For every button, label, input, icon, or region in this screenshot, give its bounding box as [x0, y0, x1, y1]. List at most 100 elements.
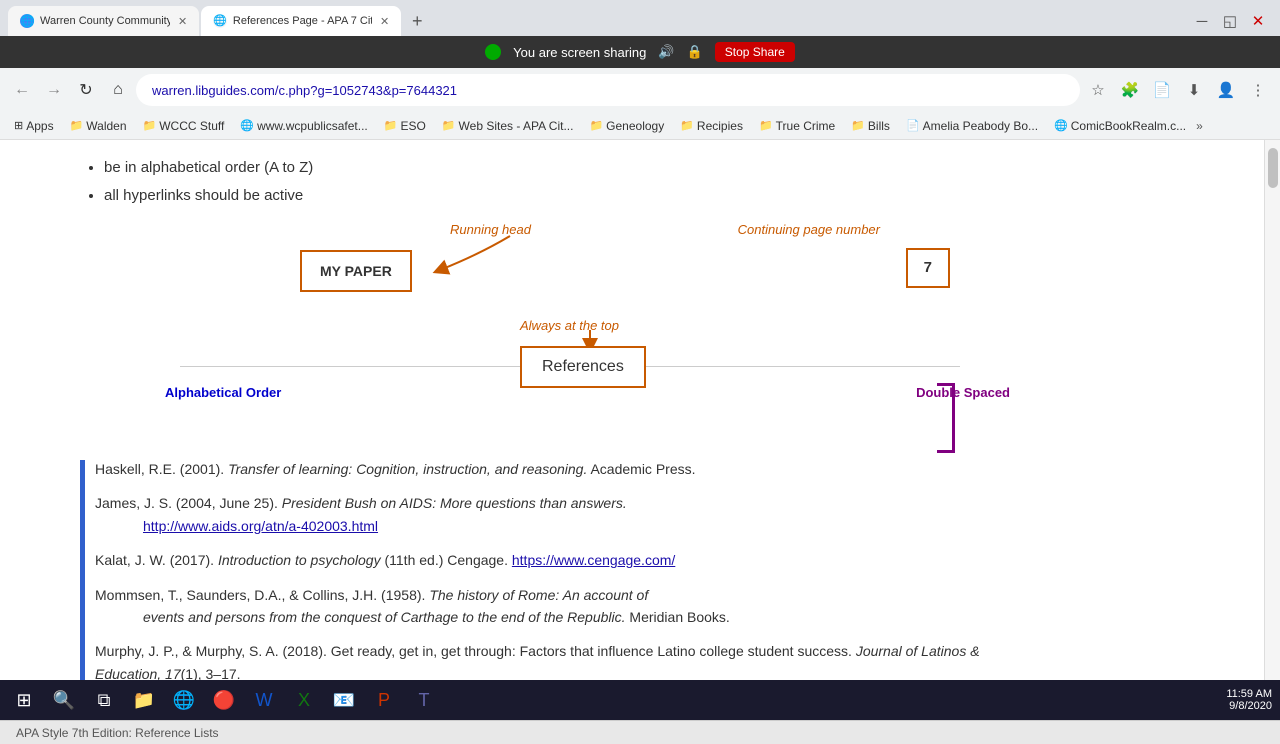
reference-kalat: Kalat, J. W. (2017). Introduction to psy… [95, 549, 1040, 571]
new-tab-button[interactable]: + [403, 7, 431, 35]
extension-icon[interactable]: 🧩 [1116, 76, 1144, 104]
green-dot-icon [485, 44, 501, 60]
restore-button[interactable]: ◱ [1216, 7, 1244, 35]
tab-label-warren: Warren County Community Colle... [40, 15, 170, 27]
bookmark-comicbook[interactable]: 🌐 ComicBookRealm.c... [1048, 117, 1192, 135]
bookmark-walden[interactable]: 📁 Walden [64, 117, 133, 135]
back-button[interactable]: ← [8, 76, 36, 104]
references-box: References [520, 346, 646, 388]
diagram-container: Running head MY PAPER [80, 218, 1040, 448]
stop-share-button[interactable]: Stop Share [715, 42, 795, 62]
alphabetical-order-label: Alphabetical Order [165, 383, 281, 404]
task-view-button[interactable]: ⧉ [88, 684, 120, 716]
folder-icon-recip: 📁 [680, 119, 694, 132]
running-head-label: Running head [450, 220, 531, 241]
download-icon[interactable]: ⬇ [1180, 76, 1208, 104]
bookmark-eso[interactable]: 📁 ESO [378, 117, 432, 135]
bullet-hyperlinks: all hyperlinks should be active [104, 184, 1040, 208]
sharing-bar: You are screen sharing 🔊 🔒 Stop Share [0, 36, 1280, 68]
folder-icon-websites: 📁 [442, 119, 456, 132]
double-spaced-bracket [937, 383, 955, 453]
folder-icon-bills: 📁 [851, 119, 865, 132]
tab-close-references[interactable]: ✕ [380, 15, 389, 28]
folder-icon-wccc: 📁 [143, 119, 157, 132]
content-area: be in alphabetical order (A to Z) all hy… [0, 140, 1264, 720]
james-link[interactable]: http://www.aids.org/atn/a-402003.html [143, 518, 378, 534]
taskbar: ⊞ 🔍 ⧉ 📁 🌐 🔴 W X 📧 P T 11:59 AM 9/8/2020 [0, 680, 1280, 720]
my-paper-box: MY PAPER [300, 250, 412, 292]
double-spaced-label: Double Spaced [916, 383, 1010, 404]
apps-icon: ⊞ [14, 119, 23, 132]
continuing-page-label: Continuing page number [738, 220, 880, 241]
web-icon-wcpublic: 🌐 [240, 119, 254, 132]
pdf-icon[interactable]: 📄 [1148, 76, 1176, 104]
powerpoint-button[interactable]: P [368, 684, 400, 716]
james-link-indent: http://www.aids.org/atn/a-402003.html [95, 515, 1040, 537]
sharing-text: You are screen sharing [513, 45, 646, 60]
page-number-box: 7 [906, 248, 950, 288]
tab-warren[interactable]: 🌐 Warren County Community Colle... ✕ [8, 6, 199, 36]
web-icon-comic: 🌐 [1054, 119, 1068, 132]
start-button[interactable]: ⊞ [8, 684, 40, 716]
address-bar[interactable] [136, 74, 1080, 106]
taskbar-clock: 11:59 AM 9/8/2020 [1226, 688, 1272, 712]
references-block: Haskell, R.E. (2001). Transfer of learni… [80, 458, 1040, 697]
references-border [80, 460, 85, 697]
bookmark-amelia[interactable]: 📄 Amelia Peabody Bo... [900, 117, 1044, 135]
scroll-thumb[interactable] [1268, 148, 1278, 188]
folder-icon-gene: 📁 [589, 119, 603, 132]
word-button[interactable]: W [248, 684, 280, 716]
file-explorer-button[interactable]: 📁 [128, 684, 160, 716]
close-window-button[interactable]: ✕ [1244, 7, 1272, 35]
bookmark-truecrime[interactable]: 📁 True Crime [753, 117, 841, 135]
cengage-link[interactable]: https://www.cengage.com/ [512, 552, 675, 568]
bookmark-bills[interactable]: 📁 Bills [845, 117, 896, 135]
home-button[interactable]: ⌂ [104, 76, 132, 104]
references-entries: Haskell, R.E. (2001). Transfer of learni… [95, 458, 1040, 697]
tab-icon-references: 🌐 [213, 14, 227, 28]
reload-button[interactable]: ↻ [72, 76, 100, 104]
search-button[interactable]: 🔍 [48, 684, 80, 716]
nav-bar: ← → ↻ ⌂ ☆ 🧩 📄 ⬇ 👤 ⋮ [0, 68, 1280, 112]
excel-button[interactable]: X [288, 684, 320, 716]
page-wrapper: be in alphabetical order (A to Z) all hy… [0, 140, 1280, 720]
bookmarks-bar: ⊞ Apps 📁 Walden 📁 WCCC Stuff 🌐 www.wcpub… [0, 112, 1280, 140]
always-at-top-label: Always at the top [520, 316, 619, 337]
chrome-button[interactable]: 🔴 [208, 684, 240, 716]
forward-button[interactable]: → [40, 76, 68, 104]
bookmark-recipies[interactable]: 📁 Recipies [674, 117, 749, 135]
menu-icon[interactable]: ⋮ [1244, 76, 1272, 104]
running-head-arrow [80, 218, 580, 378]
folder-icon-eso: 📁 [384, 119, 398, 132]
bullet-alphabetical: be in alphabetical order (A to Z) [104, 156, 1040, 180]
main-content: be in alphabetical order (A to Z) all hy… [0, 140, 1100, 713]
bookmark-star-icon[interactable]: ☆ [1084, 76, 1112, 104]
reference-mommsen: Mommsen, T., Saunders, D.A., & Collins, … [95, 584, 1040, 629]
audio-icon: 🔊 [658, 44, 674, 60]
profile-icon[interactable]: 👤 [1212, 76, 1240, 104]
tab-references[interactable]: 🌐 References Page - APA 7 Citation... ✕ [201, 6, 401, 36]
bullet-list: be in alphabetical order (A to Z) all hy… [80, 156, 1040, 208]
reference-james: James, J. S. (2004, June 25). President … [95, 492, 1040, 537]
scrollbar-right[interactable] [1264, 140, 1280, 720]
mommsen-indent: events and persons from the conquest of … [95, 606, 1040, 628]
bookmarks-overflow[interactable]: » [1196, 119, 1203, 133]
folder-icon-amelia: 📄 [906, 119, 920, 132]
bookmark-apps[interactable]: ⊞ Apps [8, 117, 60, 135]
tab-close-warren[interactable]: ✕ [178, 15, 187, 28]
content-scroll[interactable]: be in alphabetical order (A to Z) all hy… [0, 140, 1264, 720]
page-bottom: APA Style 7th Edition: Reference Lists [0, 720, 1280, 744]
outlook-button[interactable]: 📧 [328, 684, 360, 716]
teams-button[interactable]: T [408, 684, 440, 716]
tab-label-references: References Page - APA 7 Citation... [233, 15, 372, 27]
reference-murphy: Murphy, J. P., & Murphy, S. A. (2018). G… [95, 640, 1040, 685]
folder-icon-walden: 📁 [70, 119, 84, 132]
minimize-button[interactable]: ─ [1188, 7, 1216, 35]
edge-button[interactable]: 🌐 [168, 684, 200, 716]
bookmark-wcpublic[interactable]: 🌐 www.wcpublicsafet... [234, 117, 373, 135]
bookmark-geneology[interactable]: 📁 Geneology [583, 117, 670, 135]
bookmark-websites[interactable]: 📁 Web Sites - APA Cit... [436, 117, 580, 135]
bookmark-wccc[interactable]: 📁 WCCC Stuff [137, 117, 231, 135]
security-icon: 🔒 [687, 44, 703, 60]
reference-haskell: Haskell, R.E. (2001). Transfer of learni… [95, 458, 1040, 480]
